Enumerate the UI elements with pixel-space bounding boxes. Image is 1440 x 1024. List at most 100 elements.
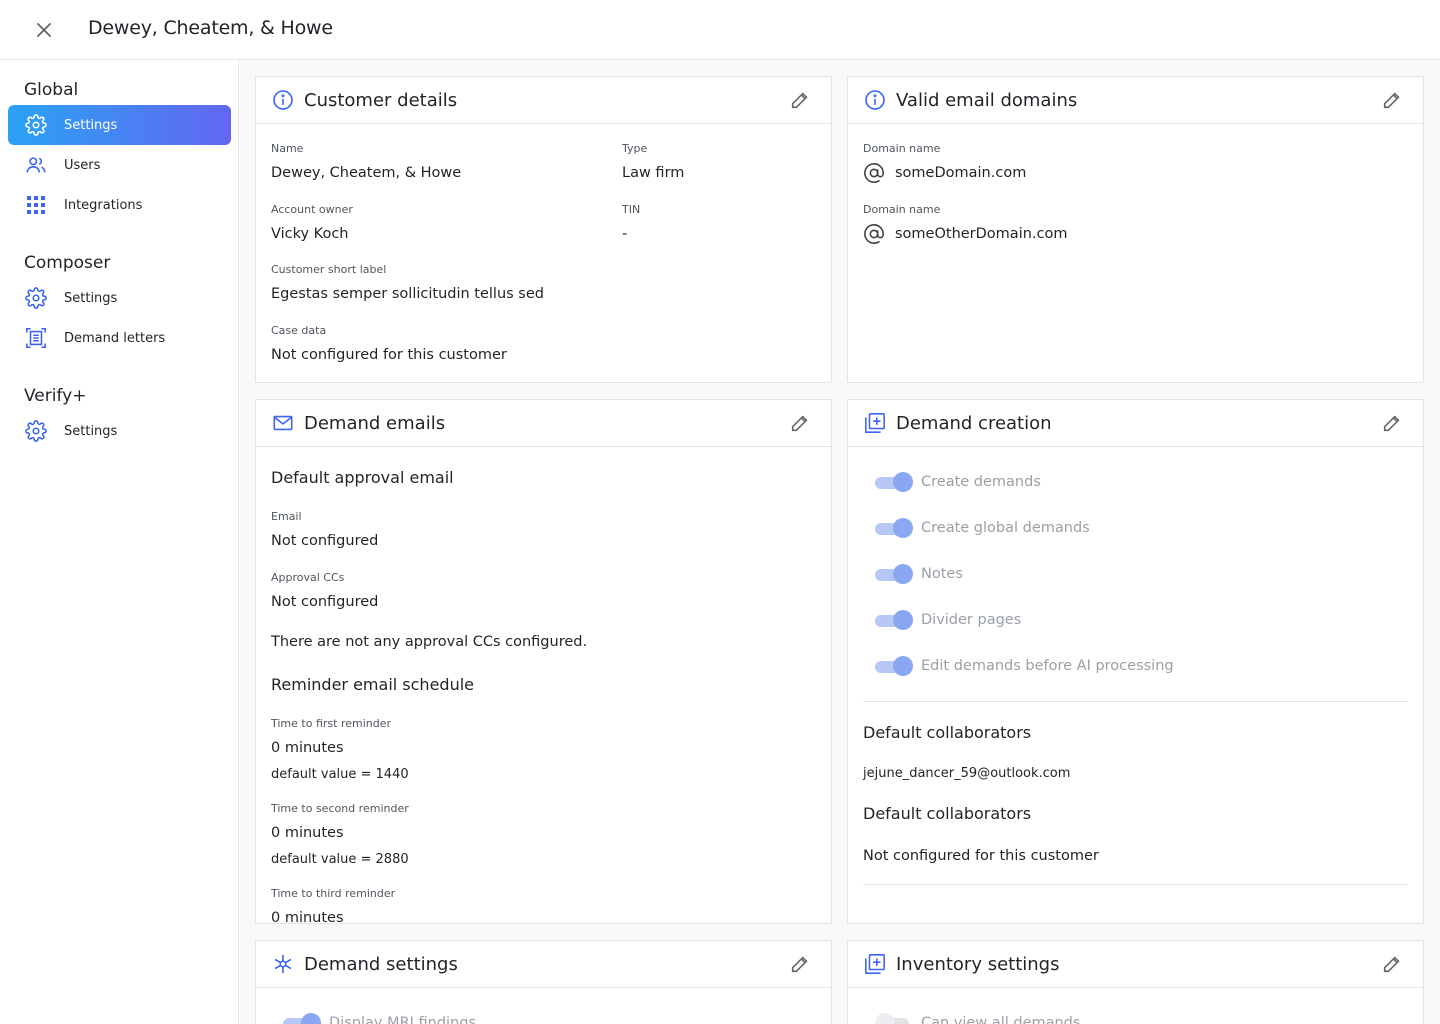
tin-label: TIN <box>622 203 641 216</box>
card-header: Customer details <box>256 77 831 124</box>
divider-pages-toggle[interactable] <box>875 609 913 631</box>
at-sign-icon <box>863 162 885 188</box>
name-value: Dewey, Cheatem, & Howe <box>271 165 462 181</box>
third-reminder-value: 0 minutes <box>271 910 344 924</box>
domain-label: Domain name <box>863 142 941 155</box>
valid-email-domains-card: Valid email domains Domain name someDoma… <box>847 76 1424 383</box>
gear-icon <box>24 286 48 310</box>
case-data-label: Case data <box>271 324 327 337</box>
sidebar-item-composer-settings[interactable]: Settings <box>8 278 231 318</box>
first-reminder-label: Time to first reminder <box>271 717 392 730</box>
can-view-all-demands-toggle[interactable] <box>875 1012 913 1024</box>
type-value: Law firm <box>622 165 685 181</box>
edit-icon[interactable] <box>789 412 811 434</box>
name-label: Name <box>271 142 304 155</box>
toggle-label: Notes <box>921 566 963 582</box>
type-label: Type <box>622 142 648 155</box>
account-owner-value: Vicky Koch <box>271 226 349 242</box>
at-sign-icon <box>863 223 885 249</box>
edit-icon[interactable] <box>789 89 811 111</box>
sidebar-item-integrations[interactable]: Integrations <box>8 185 231 225</box>
divider <box>863 884 1408 885</box>
toggle-label: Divider pages <box>921 612 1022 628</box>
sidebar: Global Settings Users Integrations Compo… <box>0 60 239 1024</box>
page-title: Dewey, Cheatem, & Howe <box>88 17 333 39</box>
toggle-label: Display MRI findings <box>329 1015 477 1024</box>
collaborator-email: jejune_dancer_59@outlook.com <box>863 766 1071 781</box>
sidebar-section-composer: Composer <box>24 253 111 273</box>
card-header: Demand settings <box>256 941 831 988</box>
grid-icon <box>24 193 48 217</box>
reminder-schedule-heading: Reminder email schedule <box>271 675 474 694</box>
add-box-icon <box>864 953 886 975</box>
users-icon <box>24 153 48 177</box>
first-reminder-value: 0 minutes <box>271 740 344 756</box>
sidebar-item-global-settings[interactable]: Settings <box>8 105 231 145</box>
card-title: Demand emails <box>304 412 446 434</box>
top-bar: Dewey, Cheatem, & Howe <box>0 0 1440 60</box>
gear-icon <box>24 419 48 443</box>
sidebar-item-label: Demand letters <box>64 330 166 346</box>
edit-icon[interactable] <box>789 953 811 975</box>
divider <box>863 701 1408 702</box>
demand-creation-card: Demand creation Create demands Create gl… <box>847 399 1424 924</box>
domain-value: someOtherDomain.com <box>895 226 1068 242</box>
inventory-settings-card: Inventory settings Can view all demands <box>847 940 1424 1024</box>
add-box-icon <box>864 412 886 434</box>
asterisk-icon <box>272 953 294 975</box>
sidebar-item-users[interactable]: Users <box>8 145 231 185</box>
collaborators-heading: Default collaborators <box>863 723 1032 742</box>
document-icon <box>24 326 48 350</box>
edit-before-ai-toggle[interactable] <box>875 655 913 677</box>
card-title: Inventory settings <box>896 953 1060 975</box>
approval-ccs-value: Not configured <box>271 594 379 610</box>
second-reminder-label: Time to second reminder <box>271 802 409 815</box>
edit-icon[interactable] <box>1381 412 1403 434</box>
sidebar-item-label: Settings <box>64 423 118 439</box>
toggle-label: Create demands <box>921 474 1041 490</box>
sidebar-item-demand-letters[interactable]: Demand letters <box>8 318 231 358</box>
first-reminder-default: default value = 1440 <box>271 767 409 782</box>
domain-value: someDomain.com <box>895 165 1027 181</box>
demand-emails-card: Demand emails Default approval email Ema… <box>255 399 832 924</box>
sidebar-section-global: Global <box>24 80 79 100</box>
card-title: Valid email domains <box>896 89 1078 111</box>
display-mri-findings-toggle[interactable] <box>283 1012 321 1024</box>
sidebar-item-label: Settings <box>64 290 118 306</box>
close-icon[interactable] <box>30 16 58 44</box>
mail-icon <box>272 412 294 434</box>
card-title: Demand creation <box>896 412 1052 434</box>
sidebar-item-verify-settings[interactable]: Settings <box>8 411 231 451</box>
second-reminder-default: default value = 2880 <box>271 852 409 867</box>
card-header: Inventory settings <box>848 941 1423 988</box>
domain-label: Domain name <box>863 203 941 216</box>
sidebar-section-verify: Verify+ <box>24 386 87 406</box>
email-value: Not configured <box>271 533 379 549</box>
edit-icon[interactable] <box>1381 89 1403 111</box>
edit-icon[interactable] <box>1381 953 1403 975</box>
main-content: Customer details Name Dewey, Cheatem, & … <box>240 60 1440 1024</box>
toggle-label: Can view all demands <box>921 1015 1081 1024</box>
create-demands-toggle[interactable] <box>875 471 913 493</box>
card-header: Valid email domains <box>848 77 1423 124</box>
sidebar-item-label: Users <box>64 157 101 173</box>
tin-value: - <box>622 226 628 242</box>
collaborators-value: Not configured for this customer <box>863 848 1099 864</box>
card-header: Demand emails <box>256 400 831 447</box>
account-owner-label: Account owner <box>271 203 353 216</box>
case-data-value: Not configured for this customer <box>271 347 507 363</box>
approval-ccs-label: Approval CCs <box>271 571 345 584</box>
sidebar-item-label: Settings <box>64 117 118 133</box>
toggle-label: Edit demands before AI processing <box>921 658 1174 674</box>
gear-icon <box>24 113 48 137</box>
approval-ccs-note: There are not any approval CCs configure… <box>271 634 588 650</box>
sidebar-item-label: Integrations <box>64 197 143 213</box>
short-label-label: Customer short label <box>271 263 387 276</box>
card-title: Demand settings <box>304 953 458 975</box>
customer-details-card: Customer details Name Dewey, Cheatem, & … <box>255 76 832 383</box>
toggle-label: Create global demands <box>921 520 1090 536</box>
create-global-demands-toggle[interactable] <box>875 517 913 539</box>
info-icon <box>272 89 294 111</box>
third-reminder-label: Time to third reminder <box>271 887 396 900</box>
notes-toggle[interactable] <box>875 563 913 585</box>
